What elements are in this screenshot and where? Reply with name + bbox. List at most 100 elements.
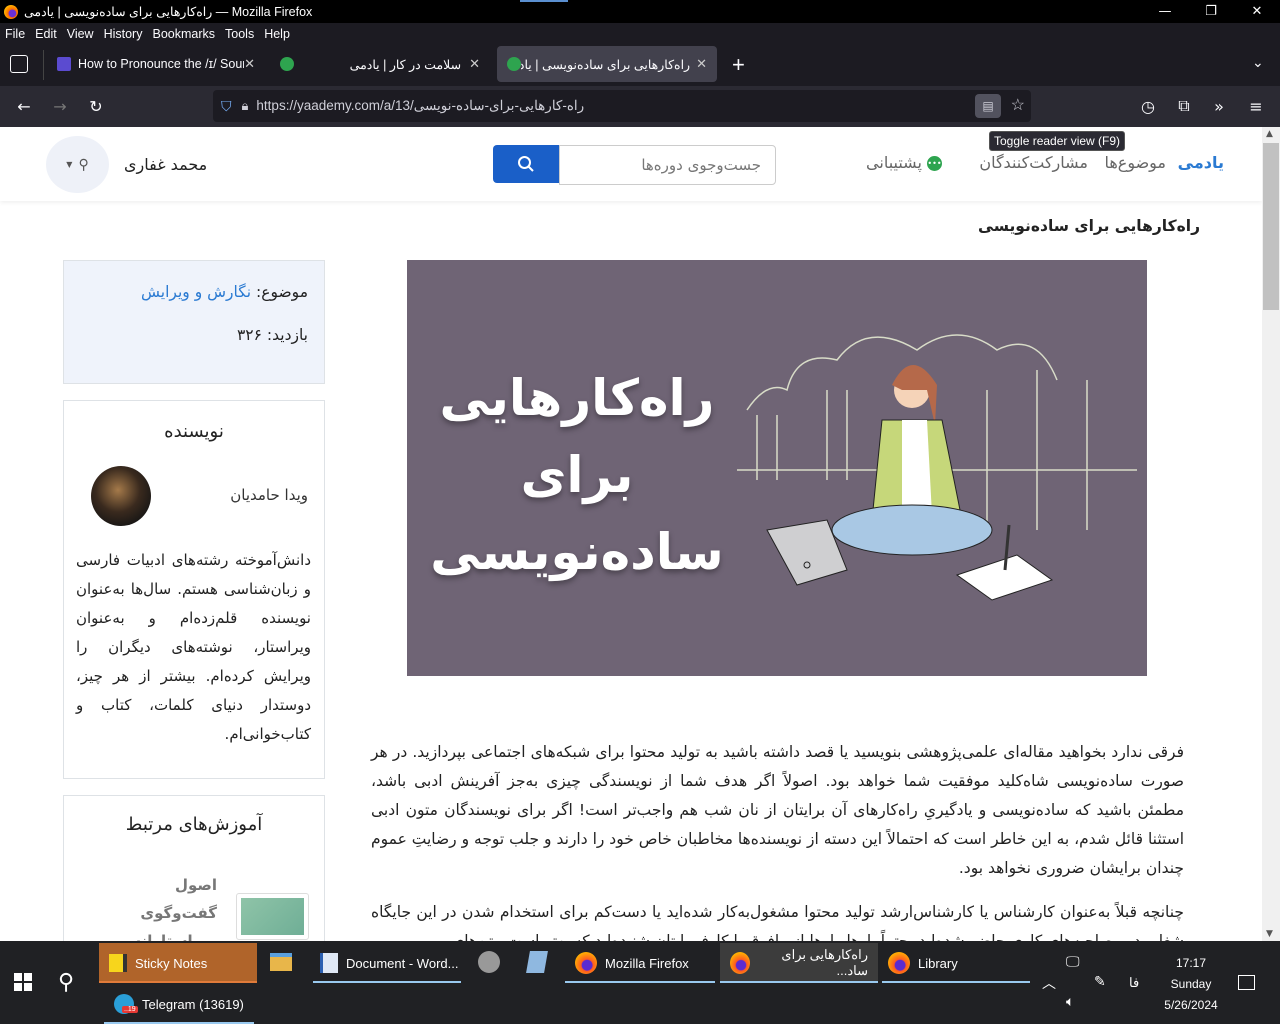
forward-arrow-icon[interactable]: →	[48, 94, 72, 118]
taskbar-label: Telegram (13619)	[142, 996, 244, 1012]
author-bio: دانش‌آموخته رشته‌های ادبیات فارسی و زبان…	[76, 551, 311, 743]
page-scrollbar[interactable]: ▲ ▼	[1262, 127, 1280, 941]
tab-health[interactable]: سلامت در کار | یادمی ✕	[270, 46, 490, 82]
volume-icon[interactable]: 🔈︎	[1066, 993, 1074, 1010]
taskbar-underline	[313, 981, 461, 983]
lock-icon[interactable]: 🔒︎	[242, 98, 249, 114]
notepad-icon[interactable]	[526, 951, 548, 973]
notifications-icon[interactable]	[1238, 975, 1255, 990]
author-avatar	[91, 466, 151, 526]
url-bar[interactable]: ⛉ 🔒︎ https://yaademy.com/a/13/راه-کارهای…	[213, 90, 1031, 122]
tab-close-icon[interactable]: ✕	[469, 56, 480, 72]
views-label: بازدید:	[266, 326, 308, 344]
taskbar-sticky-notes[interactable]: Sticky Notes	[99, 943, 257, 983]
restore-button[interactable]: ❐	[1188, 0, 1234, 23]
taskbar-telegram[interactable]: ..19 Telegram (13619)	[104, 984, 254, 1024]
tab-pronounce[interactable]: How to Pronounce the /ɪ/ Soun ✕	[47, 46, 265, 82]
views-row: بازدید: ۳۲۶	[237, 326, 308, 344]
menu-file[interactable]: File	[0, 27, 30, 41]
taskbar-firefox-article[interactable]: راه‌کارهایی برای ساد...	[720, 943, 878, 983]
scroll-up-icon[interactable]: ▲	[1266, 129, 1273, 139]
word-doc-icon	[320, 953, 338, 973]
nav-contributors[interactable]: مشارکت‌کنندگان	[979, 153, 1088, 172]
yaademy-favicon-icon	[507, 57, 521, 71]
taskbar-underline	[565, 981, 715, 983]
firefox-icon	[730, 952, 750, 974]
minimize-button[interactable]: —	[1142, 0, 1188, 23]
file-explorer-icon[interactable]	[270, 953, 292, 971]
reader-view-tooltip: Toggle reader view (F9)	[989, 131, 1126, 151]
tab-divider	[43, 50, 44, 80]
tab-title: راه‌کارهایی برای ساده‌نویسی | یادمی	[521, 57, 691, 72]
history-clock-icon[interactable]: ◷	[1136, 94, 1160, 118]
clock-date: 5/26/2024	[1164, 998, 1218, 1012]
speaker-app-icon[interactable]	[478, 951, 500, 973]
clock-day: Sunday	[1170, 977, 1212, 991]
menu-view[interactable]: View	[62, 27, 99, 41]
reload-icon[interactable]: ↻	[84, 94, 108, 118]
firefox-view-icon[interactable]	[10, 55, 28, 73]
app-menu-icon[interactable]: ≡	[1244, 94, 1268, 118]
network-icon[interactable]: 🖵︎	[1066, 953, 1080, 970]
taskbar-label: Library	[918, 955, 958, 971]
taskbar-label: Document - Word...	[346, 955, 459, 971]
user-name[interactable]: محمد غفاری	[124, 155, 207, 174]
reader-view-icon[interactable]: ▤	[975, 94, 1001, 118]
menu-edit[interactable]: Edit	[30, 27, 62, 41]
bookmark-star-icon[interactable]: ☆	[1011, 95, 1025, 115]
menu-bookmarks[interactable]: Bookmarks	[147, 27, 220, 41]
menu-history[interactable]: History	[99, 27, 148, 41]
tracking-shield-icon[interactable]: ⛉	[221, 98, 232, 115]
course-search-input[interactable]: جست‌وجوی دوره‌ها	[559, 145, 776, 185]
navigation-toolbar: ← → ↻ ⛉ 🔒︎ https://yaademy.com/a/13/راه-…	[0, 86, 1280, 127]
windows-start-icon[interactable]	[14, 973, 32, 991]
nav-topics[interactable]: موضوع‌ها	[1104, 153, 1166, 172]
site-favicon-icon	[57, 57, 71, 71]
extensions-icon[interactable]: ⧉	[1172, 94, 1196, 118]
list-all-tabs-chevron-icon[interactable]: ⌄	[1252, 54, 1264, 71]
overflow-chevrons-icon[interactable]: »	[1207, 94, 1231, 118]
firefox-icon	[575, 952, 597, 974]
input-language[interactable]: فا	[1129, 975, 1139, 991]
related-course-title[interactable]: اصول گفت‌وگوی ویراستارانه	[97, 871, 217, 941]
related-course-thumbnail[interactable]	[236, 893, 309, 940]
taskbar-word[interactable]: Document - Word...	[310, 943, 468, 983]
taskbar-firefox[interactable]: Mozilla Firefox	[565, 943, 699, 983]
nav-support[interactable]: ••• پشتیبانی	[866, 153, 942, 172]
article-hero-image: راه‌کارهایی برای ساده‌نویسی	[407, 260, 1147, 676]
user-menu-button[interactable]: ▼ ⚲	[46, 136, 109, 193]
new-tab-button[interactable]: +	[732, 52, 745, 78]
hero-line: ساده‌نویسی	[430, 523, 724, 581]
url-text[interactable]: https://yaademy.com/a/13/راه-کارهایی-برا…	[256, 98, 584, 114]
article-paragraph: فرقی ندارد بخواهید مقاله‌ای علمی‌پژوهشی …	[371, 743, 1184, 877]
menu-tools[interactable]: Tools	[220, 27, 259, 41]
search-icon	[518, 156, 534, 172]
menu-help[interactable]: Help	[259, 27, 295, 41]
article-info-box: موضوع: نگارش و ویرایش بازدید: ۳۲۶	[63, 260, 325, 384]
show-hidden-icons-chevron[interactable]: ︿	[1042, 973, 1056, 993]
taskbar-library[interactable]: Library	[878, 943, 968, 983]
pen-icon[interactable]: ✎	[1094, 973, 1106, 990]
author-name[interactable]: ویدا حامدیان	[230, 486, 308, 504]
topic-link[interactable]: نگارش و ویرایش	[141, 283, 251, 301]
tab-close-icon[interactable]: ✕	[244, 56, 255, 72]
close-button[interactable]: ✕	[1234, 0, 1280, 23]
clock[interactable]: 17:17 Sunday 5/26/2024	[1160, 953, 1222, 1016]
search-button[interactable]	[493, 145, 559, 183]
scroll-down-icon[interactable]: ▼	[1266, 929, 1273, 939]
tab-close-icon[interactable]: ✕	[696, 56, 707, 72]
telegram-badge: ..19	[122, 1006, 138, 1013]
back-arrow-icon[interactable]: ←	[12, 94, 36, 118]
author-box: نویسنده ویدا حامدیان دانش‌آموخته رشته‌ها…	[63, 400, 325, 779]
article-title: راه‌کارهایی برای ساده‌نویسی	[978, 217, 1200, 235]
clock-time: 17:17	[1175, 956, 1207, 970]
search-icon[interactable]: ⚲	[58, 969, 74, 995]
title-accent	[520, 0, 568, 2]
tab-simple-writing[interactable]: راه‌کارهایی برای ساده‌نویسی | یادمی ✕	[497, 46, 717, 82]
article-paragraph: چنانچه قبلاً به‌عنوان کارشناس یا کارشناس…	[371, 903, 1184, 941]
site-logo[interactable]: یادمی	[1178, 153, 1224, 172]
firefox-icon	[888, 952, 910, 974]
scrollbar-thumb[interactable]	[1263, 143, 1279, 310]
firefox-icon	[4, 4, 18, 19]
window-titlebar: راه‌کارهایی برای ساده‌نویسی | یادمی — Mo…	[0, 0, 1280, 23]
